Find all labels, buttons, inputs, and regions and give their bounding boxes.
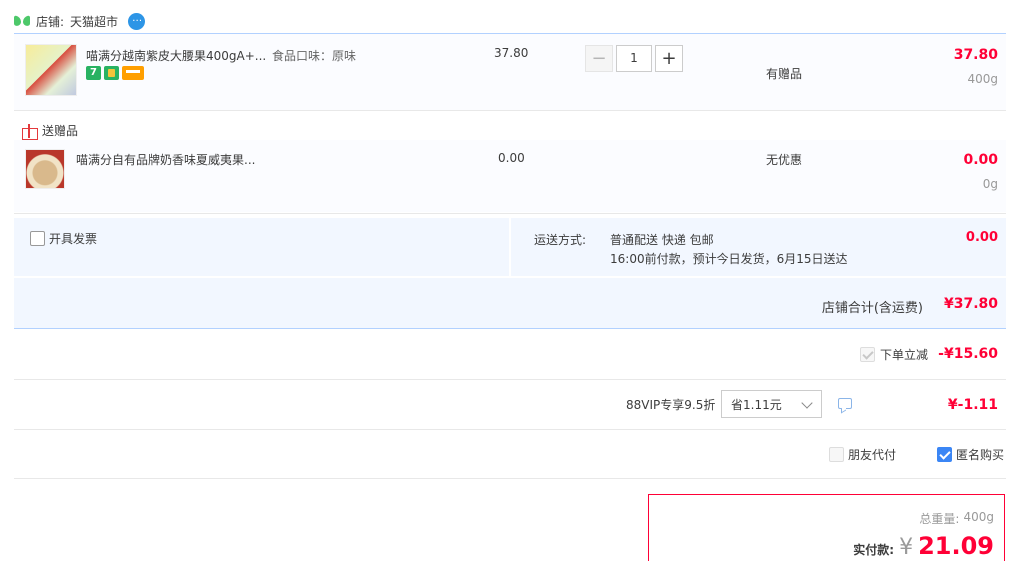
product-thumbnail[interactable]	[25, 44, 77, 96]
gift-header: 送赠品	[21, 122, 79, 140]
divider	[14, 379, 1006, 380]
quantity-stepper: − 1 +	[585, 45, 683, 72]
service-tags: 7	[86, 66, 144, 80]
anonymous-option[interactable]: 匿名购买	[937, 446, 1004, 463]
shipping-label: 运送方式:	[534, 233, 587, 247]
product-title[interactable]: 喵满分越南紫皮大腰果400gA+...	[86, 47, 276, 64]
divider	[14, 429, 1006, 430]
gift-label: 送赠品	[42, 124, 79, 138]
discount-option: 下单立减	[860, 346, 928, 363]
gift-promo: 无优惠	[766, 153, 803, 167]
total-weight: 总重量: 400g	[919, 510, 994, 527]
gift-icon	[21, 123, 38, 140]
discount-checkbox	[860, 347, 875, 362]
shipping-note: 16:00前付款，预计今日发货，6月15日送达	[610, 252, 848, 266]
invoice-tag-icon[interactable]	[104, 66, 119, 80]
seven-day-return-icon[interactable]: 7	[86, 66, 101, 80]
product-attribute: 食品口味：原味	[272, 49, 357, 63]
invoice-option[interactable]: 开具发票	[30, 230, 97, 247]
credit-card-icon[interactable]	[122, 66, 144, 80]
shop-total-value: ¥37.80	[943, 296, 998, 312]
shop-name[interactable]: 天猫超市	[70, 13, 118, 30]
anonymous-checkbox[interactable]	[937, 447, 952, 462]
gift-unit-price: 0.00	[498, 151, 525, 165]
panel-divider	[509, 218, 511, 276]
panel-divider	[14, 276, 1006, 278]
vip-select-value: 省1.11元	[731, 397, 782, 412]
increase-button[interactable]: +	[655, 45, 683, 72]
total-weight-value: 400g	[963, 510, 994, 524]
tmall-shop-icon	[14, 15, 30, 27]
pay-amount-value: 21.09	[918, 532, 994, 560]
vip-label: 88VIP专享9.5折	[626, 398, 716, 412]
gift-weight: 0g	[982, 177, 998, 191]
friend-pay-label: 朋友代付	[848, 448, 897, 462]
decrease-button[interactable]: −	[585, 45, 613, 72]
discount-value: -¥15.60	[938, 346, 998, 362]
item-subtotal: 37.80	[953, 47, 998, 63]
chevron-down-icon	[801, 397, 813, 409]
invoice-checkbox[interactable]	[30, 231, 45, 246]
pay-label: 实付款:	[853, 543, 895, 557]
gift-subtotal: 0.00	[963, 152, 998, 168]
wangwang-chat-icon[interactable]	[128, 12, 146, 30]
vip-value: ¥-1.11	[947, 397, 998, 413]
shop-header: 店铺: 天猫超市	[14, 10, 146, 32]
pay-amount: 实付款: ¥ 21.09	[853, 532, 994, 560]
section-divider	[14, 328, 1006, 329]
currency-symbol: ¥	[899, 535, 914, 560]
vip-discount-select[interactable]: 省1.11元	[721, 390, 822, 418]
unit-price: 37.80	[494, 46, 529, 60]
quantity-input[interactable]: 1	[616, 45, 652, 72]
total-weight-label: 总重量:	[919, 512, 960, 526]
friend-pay-checkbox	[829, 447, 844, 462]
payment-summary: 总重量: 400g 实付款: ¥ 21.09	[648, 494, 1005, 561]
divider	[14, 110, 1006, 111]
friend-pay-option: 朋友代付	[829, 446, 896, 463]
discount-label: 下单立减	[880, 348, 929, 362]
anonymous-label: 匿名购买	[956, 448, 1005, 462]
shipping-method: 普通配送 快递 包邮	[610, 233, 714, 247]
promo-label: 有赠品	[766, 67, 803, 81]
shop-total-label: 店铺合计(含运费)	[821, 301, 923, 316]
gift-thumbnail[interactable]	[25, 149, 65, 189]
item-weight: 400g	[967, 72, 998, 86]
divider	[14, 478, 1006, 479]
shipping-fee: 0.00	[965, 230, 998, 245]
divider	[14, 213, 1006, 214]
gift-title[interactable]: 喵满分自有品牌奶香味夏威夷果...	[76, 151, 255, 168]
comment-icon[interactable]	[838, 398, 852, 409]
invoice-label: 开具发票	[49, 232, 98, 246]
shop-label: 店铺:	[36, 14, 65, 29]
